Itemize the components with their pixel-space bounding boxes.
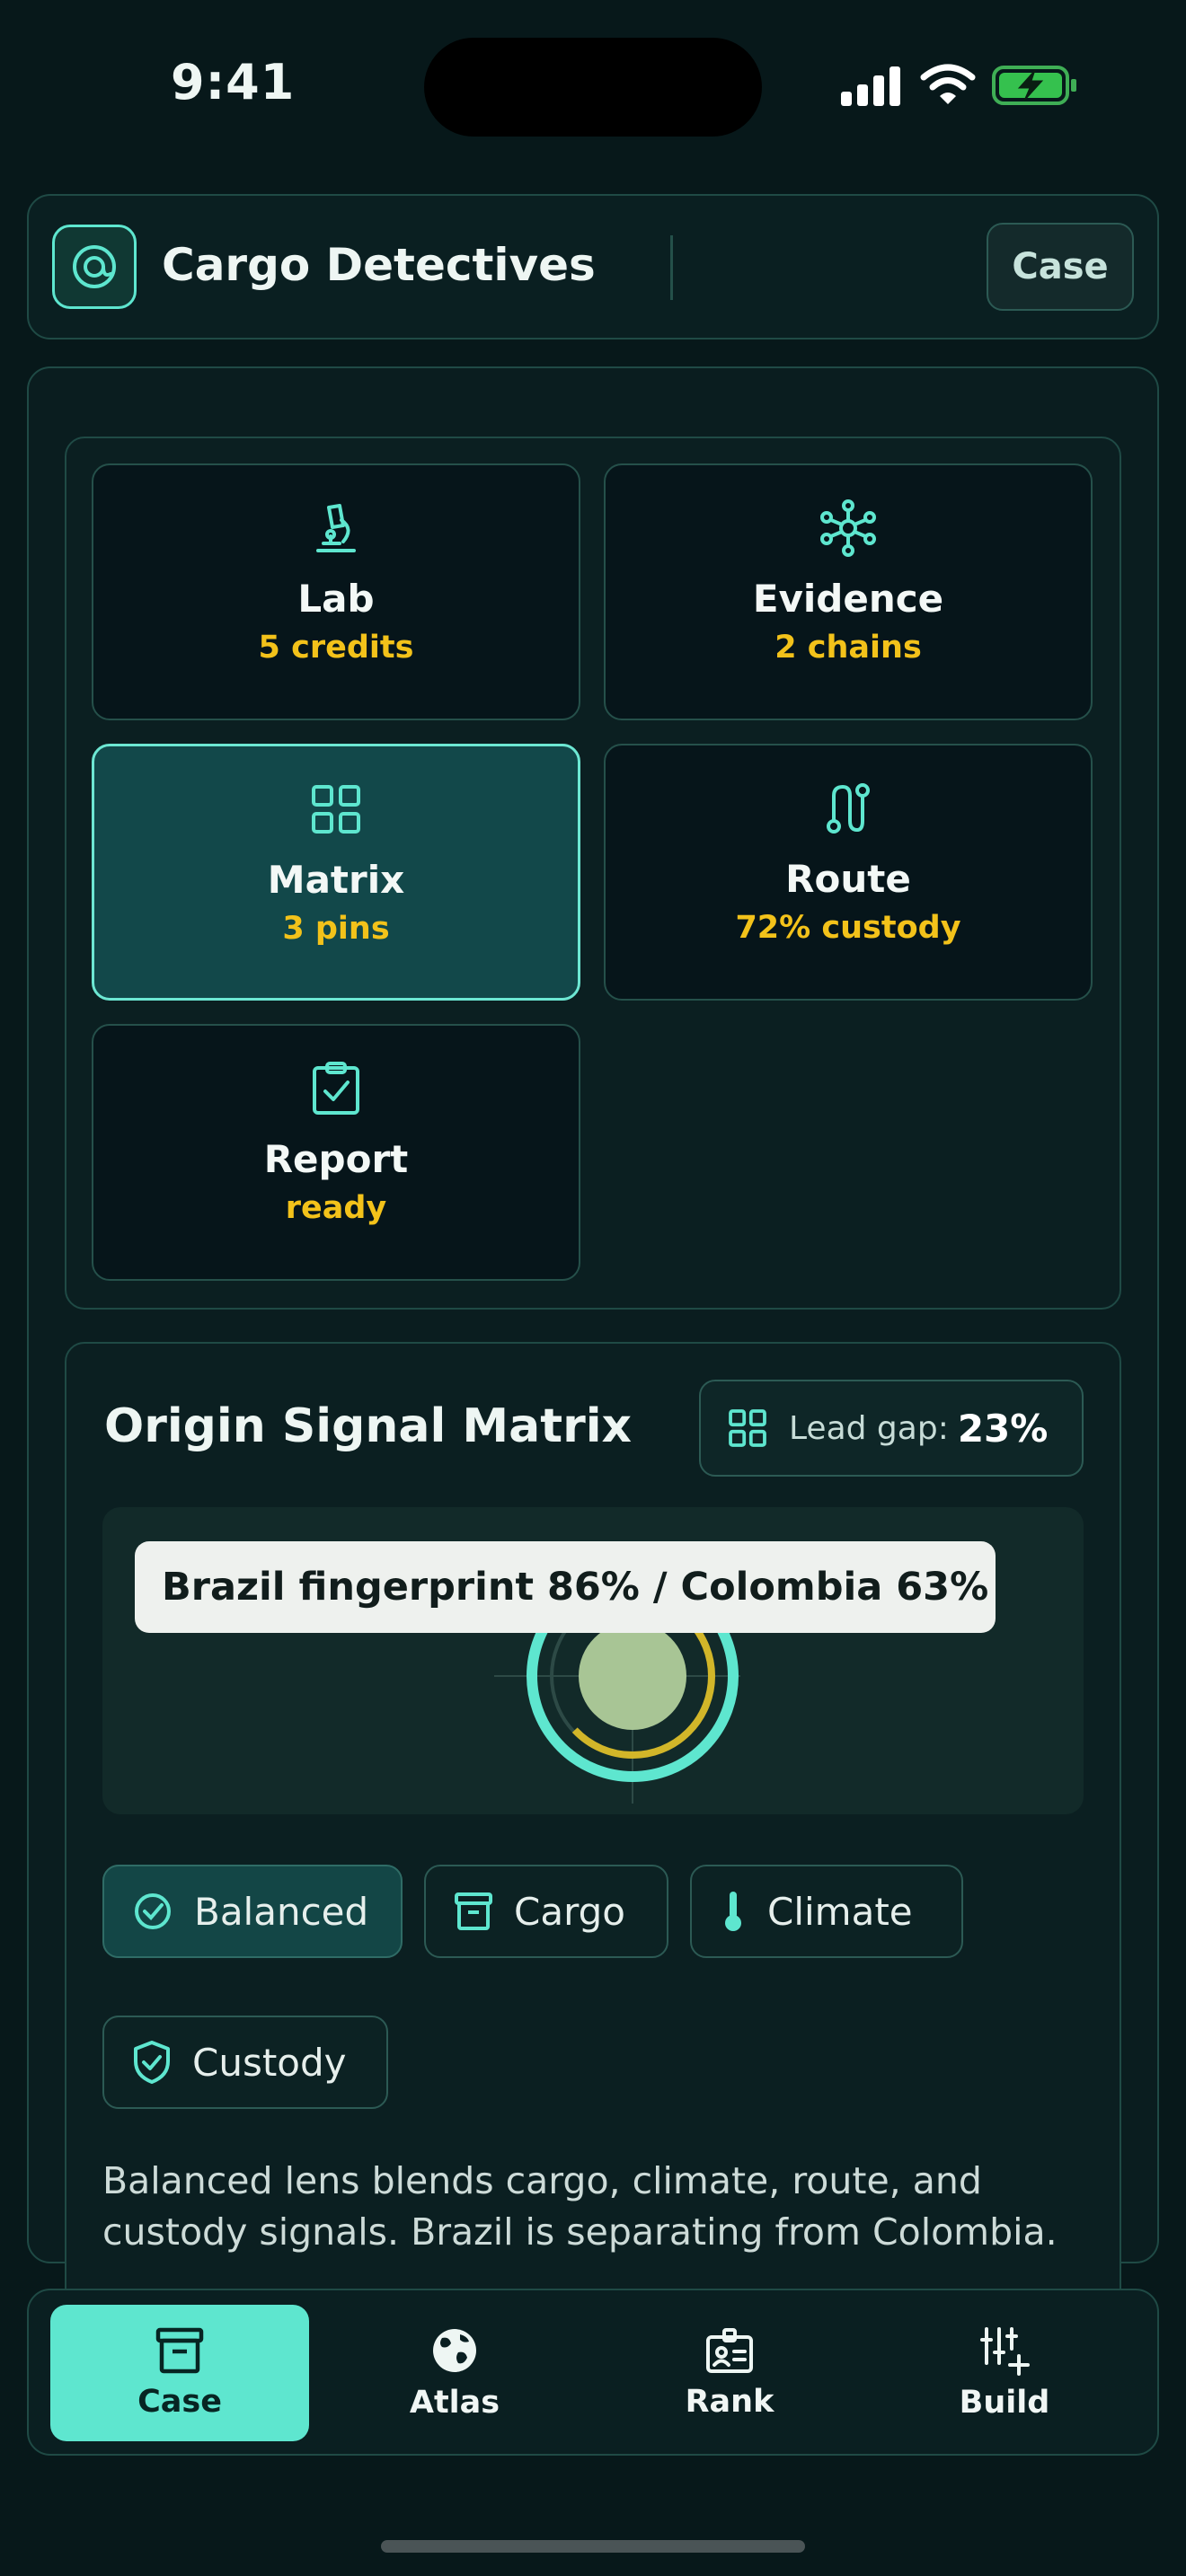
lens-chip-climate[interactable]: Climate <box>690 1865 963 1958</box>
lead-gap-value: 23% <box>957 1406 1049 1451</box>
lead-gap-chip[interactable]: Lead gap: 23% <box>699 1380 1084 1477</box>
tile-matrix[interactable]: Matrix 3 pins <box>92 744 580 1001</box>
app-title: Cargo Detectives <box>162 239 596 291</box>
lens-label: Custody <box>192 2040 347 2085</box>
status-time: 9:41 <box>171 54 296 110</box>
home-indicator[interactable] <box>381 2540 805 2553</box>
globe-icon <box>429 2325 480 2376</box>
tile-label: Lab <box>297 577 375 621</box>
check-circle-icon <box>131 1890 174 1933</box>
lens-label: Balanced <box>194 1889 369 1934</box>
lens-chip-custody[interactable]: Custody <box>102 2016 388 2109</box>
tile-label: Report <box>263 1137 409 1181</box>
nav-case[interactable]: Case <box>50 2305 309 2441</box>
case-button[interactable]: Case <box>987 223 1134 311</box>
nav-rank[interactable]: Rank <box>600 2305 859 2441</box>
signal-tooltip: Brazil fingerprint 86% / Colombia 63% <box>135 1541 996 1633</box>
lens-description: Balanced lens blends cargo, climate, rou… <box>102 2159 1058 2254</box>
dynamic-island <box>424 38 762 137</box>
route-icon <box>819 780 877 837</box>
grid-icon <box>728 1408 767 1448</box>
nav-label: Build <box>959 2385 1050 2421</box>
archive-icon <box>155 2326 205 2375</box>
tile-label: Evidence <box>752 577 944 621</box>
grid-icon <box>307 781 365 838</box>
wifi-icon <box>920 64 976 104</box>
tile-subtext: 2 chains <box>774 630 922 666</box>
target-icon[interactable] <box>52 225 137 309</box>
nav-build[interactable]: Build <box>875 2305 1134 2441</box>
origin-pin <box>579 1622 686 1730</box>
id-badge-icon <box>704 2326 755 2375</box>
tile-route[interactable]: Route 72% custody <box>604 744 1093 1001</box>
clipboard-check-icon <box>307 1060 365 1117</box>
lens-label: Cargo <box>514 1889 625 1934</box>
header-divider <box>670 235 673 300</box>
nav-label: Case <box>137 2384 222 2420</box>
tile-label: Matrix <box>267 858 405 902</box>
network-icon <box>819 499 877 557</box>
tile-subtext: 72% custody <box>735 910 961 946</box>
lens-label: Climate <box>767 1889 913 1934</box>
tile-lab[interactable]: Lab 5 credits <box>92 463 580 720</box>
tile-subtext: 5 credits <box>258 630 414 666</box>
archive-icon <box>453 1891 494 1932</box>
tile-subtext: 3 pins <box>282 911 390 947</box>
nav-atlas[interactable]: Atlas <box>325 2305 584 2441</box>
tile-evidence[interactable]: Evidence 2 chains <box>604 463 1093 720</box>
nav-label: Atlas <box>409 2385 500 2421</box>
lens-chip-cargo[interactable]: Cargo <box>424 1865 668 1958</box>
battery-charging-icon <box>992 66 1076 105</box>
shield-check-icon <box>131 2040 173 2085</box>
nav-label: Rank <box>685 2384 774 2420</box>
sliders-plus-icon <box>979 2325 1030 2376</box>
microscope-icon <box>307 499 365 557</box>
lead-gap-label: Lead gap: <box>789 1409 949 1447</box>
thermometer-icon <box>719 1889 748 1934</box>
tile-subtext: ready <box>285 1190 387 1226</box>
matrix-title: Origin Signal Matrix <box>104 1399 633 1453</box>
cellular-signal-icon <box>841 66 900 106</box>
tile-label: Route <box>785 857 911 901</box>
lens-chip-balanced[interactable]: Balanced <box>102 1865 403 1958</box>
tile-report[interactable]: Report ready <box>92 1024 580 1281</box>
